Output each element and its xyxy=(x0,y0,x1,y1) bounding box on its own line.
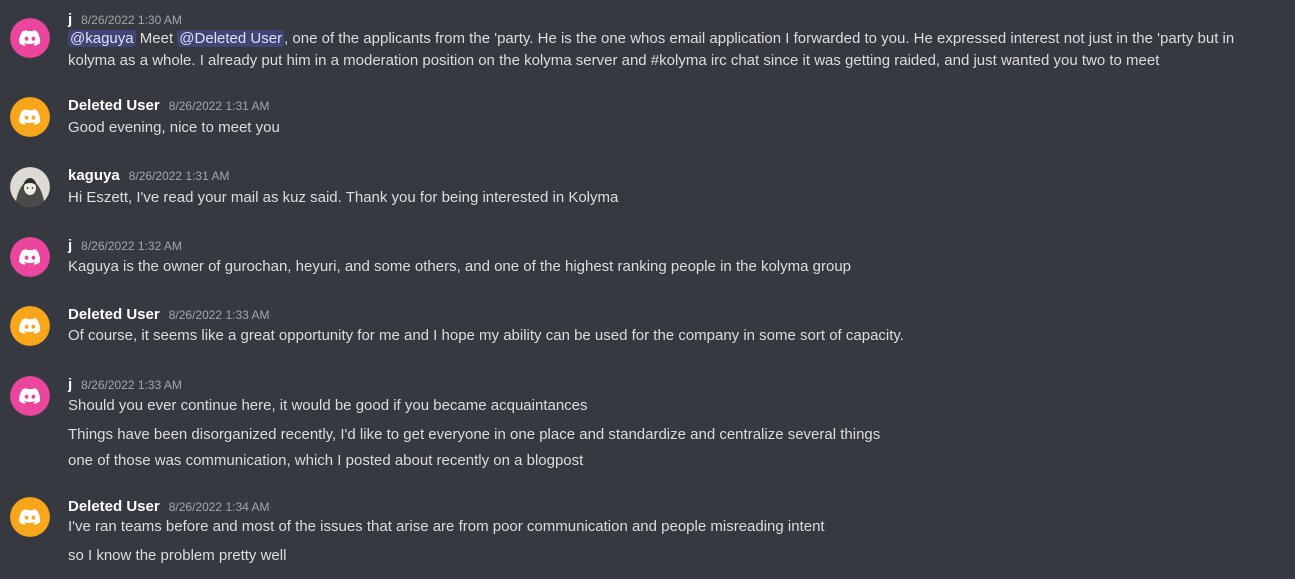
message-text: Meet xyxy=(135,30,178,47)
message-content: Kaguya is the owner of gurochan, heyuri,… xyxy=(68,258,852,275)
timestamp: 8/26/2022 1:30 AM xyxy=(81,13,182,27)
timestamp: 8/26/2022 1:31 AM xyxy=(168,99,270,113)
message-header: Deleted User 8/26/2022 1:31 AM xyxy=(68,97,269,119)
message-content: Should you ever continue here, it would … xyxy=(68,397,588,414)
timestamp: 8/26/2022 1:33 AM xyxy=(81,378,182,392)
message-header: kaguya 8/26/2022 1:31 AM xyxy=(68,167,229,189)
message-content: Things have been disorganized recently, … xyxy=(68,426,881,443)
message-content: I've ran teams before and most of the is… xyxy=(68,518,825,535)
message-content: so I know the problem pretty well xyxy=(68,547,287,564)
username[interactable]: Deleted User xyxy=(68,498,160,515)
discord-logo-icon[interactable] xyxy=(10,97,50,137)
message-list: j 8/26/2022 1:30 AM @kaguya Meet @Delete… xyxy=(0,0,1295,579)
user-mention[interactable]: @kaguya xyxy=(68,30,136,47)
username[interactable]: j xyxy=(68,11,72,28)
discord-logo-icon[interactable] xyxy=(10,376,50,416)
discord-logo-icon[interactable] xyxy=(10,497,50,537)
username[interactable]: kaguya xyxy=(68,167,120,184)
timestamp: 8/26/2022 1:33 AM xyxy=(168,308,270,322)
discord-logo-icon[interactable] xyxy=(10,18,50,58)
username[interactable]: Deleted User xyxy=(68,306,160,323)
discord-logo-icon[interactable] xyxy=(10,306,50,346)
timestamp: 8/26/2022 1:34 AM xyxy=(168,500,270,514)
message-content: Good evening, nice to meet you xyxy=(68,119,280,136)
message-content: one of those was communication, which I … xyxy=(68,452,584,469)
username[interactable]: Deleted User xyxy=(68,97,160,114)
timestamp: 8/26/2022 1:31 AM xyxy=(128,169,230,183)
username[interactable]: j xyxy=(68,376,72,393)
message-content: Hi Eszett, I've read your mail as kuz sa… xyxy=(68,189,619,206)
user-mention[interactable]: @Deleted User xyxy=(177,30,285,47)
username[interactable]: j xyxy=(68,237,72,254)
message-content: Of course, it seems like a great opportu… xyxy=(68,327,904,344)
message-content: @kaguya Meet @Deleted User, one of the a… xyxy=(68,28,1283,72)
profile-picture-icon[interactable] xyxy=(10,167,50,207)
timestamp: 8/26/2022 1:32 AM xyxy=(81,239,182,253)
discord-logo-icon[interactable] xyxy=(10,237,50,277)
